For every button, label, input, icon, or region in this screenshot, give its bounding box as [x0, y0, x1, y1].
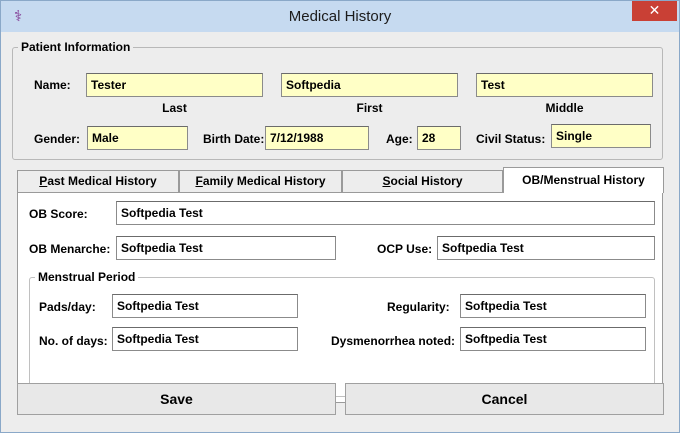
- ocp-use-label: OCP Use:: [377, 242, 433, 256]
- tab-label: Social History: [382, 174, 463, 188]
- dysmenorrhea-label: Dysmenorrhea noted:: [331, 334, 456, 348]
- tab-family-medical-history[interactable]: Family Medical History: [179, 170, 342, 192]
- window-title: Medical History: [288, 8, 392, 25]
- tab-social-history[interactable]: Social History: [342, 170, 503, 192]
- tab-label: Past Medical History: [39, 174, 157, 188]
- tab-label: Family Medical History: [195, 174, 326, 188]
- name-label: Name:: [34, 78, 71, 92]
- tab-label: OB/Menstrual History: [522, 173, 645, 187]
- regularity-label: Regularity:: [387, 300, 450, 314]
- ob-menarche-field[interactable]: Softpedia Test: [116, 236, 336, 260]
- title-bar[interactable]: ⚕ Medical History ✕: [1, 1, 679, 32]
- civil-status-field[interactable]: Single: [551, 124, 651, 148]
- first-caption: First: [356, 101, 383, 115]
- ob-score-label: OB Score:: [29, 207, 88, 221]
- pads-per-day-field[interactable]: Softpedia Test: [112, 294, 298, 318]
- tab-past-medical-history[interactable]: Past Medical History: [17, 170, 179, 192]
- age-field[interactable]: 28: [417, 126, 461, 150]
- regularity-field[interactable]: Softpedia Test: [460, 294, 646, 318]
- ocp-use-field[interactable]: Softpedia Test: [437, 236, 655, 260]
- no-of-days-field[interactable]: Softpedia Test: [112, 327, 298, 351]
- last-name-field[interactable]: Tester: [86, 73, 263, 97]
- gender-field[interactable]: Male: [87, 126, 188, 150]
- pads-per-day-label: Pads/day:: [39, 300, 96, 314]
- gender-label: Gender:: [34, 132, 81, 146]
- dysmenorrhea-field[interactable]: Softpedia Test: [460, 327, 646, 351]
- first-name-field[interactable]: Softpedia: [281, 73, 458, 97]
- age-label: Age:: [386, 132, 413, 146]
- ob-menarche-label: OB Menarche:: [29, 242, 111, 256]
- middle-name-field[interactable]: Test: [476, 73, 653, 97]
- no-of-days-label: No. of days:: [39, 334, 108, 348]
- tab-ob-menstrual-history[interactable]: OB/Menstrual History: [503, 167, 664, 193]
- birth-date-field[interactable]: 7/12/1988: [265, 126, 369, 150]
- middle-caption: Middle: [545, 101, 584, 115]
- patient-information-legend: Patient Information: [18, 40, 134, 54]
- medical-history-window: ⚕ Medical History ✕ Patient Information …: [0, 0, 680, 433]
- patient-information-group: Patient Information Name: Tester Softped…: [12, 40, 663, 160]
- close-button[interactable]: ✕: [632, 1, 677, 21]
- ob-score-field[interactable]: Softpedia Test: [116, 201, 655, 225]
- civil-status-label: Civil Status:: [476, 132, 546, 146]
- last-caption: Last: [162, 101, 187, 115]
- menstrual-period-group: Menstrual Period Pads/day: Softpedia Tes…: [29, 270, 655, 397]
- menstrual-period-legend: Menstrual Period: [35, 270, 139, 284]
- cancel-button[interactable]: Cancel: [345, 383, 664, 415]
- dialog-body: Patient Information Name: Tester Softped…: [8, 32, 672, 427]
- birth-date-label: Birth Date:: [203, 132, 265, 146]
- save-button[interactable]: Save: [17, 383, 336, 415]
- ob-menstrual-panel: OB Score: Softpedia Test OB Menarche: So…: [17, 192, 663, 403]
